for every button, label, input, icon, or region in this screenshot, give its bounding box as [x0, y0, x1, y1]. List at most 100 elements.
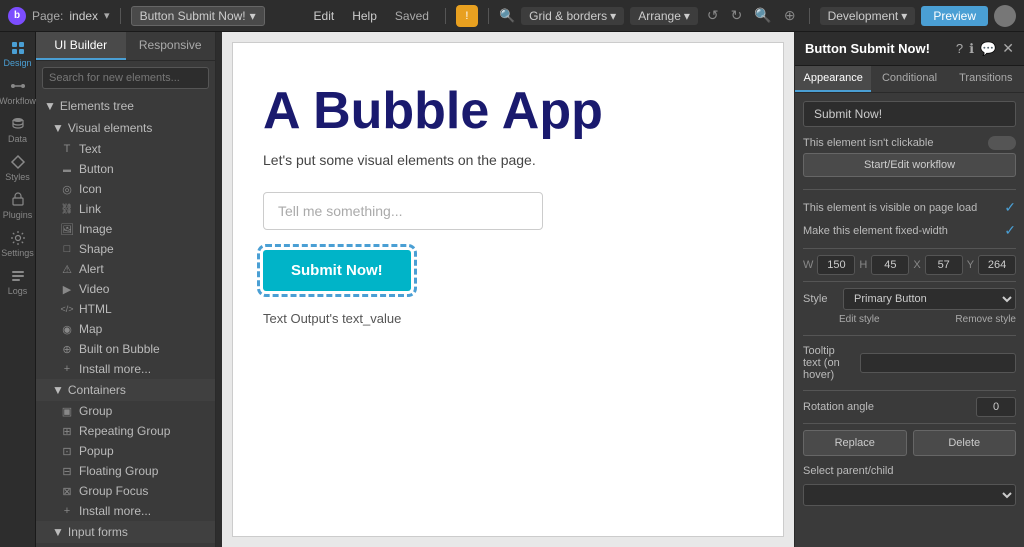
- prop-tab-conditional[interactable]: Conditional: [871, 66, 947, 92]
- tree-item-install-more-containers[interactable]: + Install more...: [36, 501, 215, 521]
- y-input[interactable]: [978, 255, 1016, 275]
- app-subtitle: Let's put some visual elements on the pa…: [263, 152, 753, 168]
- prop-tab-transitions[interactable]: Transitions: [948, 66, 1024, 92]
- preview-btn[interactable]: Preview: [921, 6, 988, 26]
- fixed-width-row: Make this element fixed-width ✓: [803, 219, 1016, 242]
- tree-item-text[interactable]: T Text: [36, 139, 215, 159]
- input-forms-section[interactable]: ▼ Input forms: [36, 521, 215, 543]
- undo-btn[interactable]: ↺: [704, 7, 722, 24]
- active-element-dropdown[interactable]: Button Submit Now! ▾: [131, 6, 265, 26]
- avatar: [994, 5, 1016, 27]
- tree-item-button[interactable]: ▬ Button: [36, 159, 215, 179]
- edit-menu[interactable]: Edit: [308, 9, 341, 23]
- prop-content: Submit Now! This element isn't clickable…: [795, 93, 1024, 547]
- replace-btn[interactable]: Replace: [803, 430, 907, 456]
- x-input[interactable]: [925, 255, 963, 275]
- canvas-text-output: Text Output's text_value: [263, 311, 753, 326]
- prop-header-icons: ? ℹ 💬 ✕: [956, 40, 1014, 57]
- tree-item-popup[interactable]: ⊡ Popup: [36, 441, 215, 461]
- not-clickable-row: This element isn't clickable: [803, 133, 1016, 153]
- sidebar-item-workflow[interactable]: Workflow: [1, 74, 35, 110]
- close-icon[interactable]: ✕: [1002, 40, 1014, 57]
- tab-ui-builder[interactable]: UI Builder: [36, 32, 126, 60]
- help-menu[interactable]: Help: [346, 9, 383, 23]
- tree-item-repeating-group[interactable]: ⊞ Repeating Group: [36, 421, 215, 441]
- design-label: Design: [3, 58, 31, 68]
- tree-item-install-more-visual[interactable]: + Install more...: [36, 359, 215, 379]
- tooltip-label: Tooltip text (on hover): [803, 345, 854, 381]
- edit-style-link[interactable]: Edit style: [839, 314, 880, 325]
- submit-button[interactable]: Submit Now!: [263, 250, 411, 291]
- redo-btn[interactable]: ↻: [728, 7, 746, 24]
- remove-style-link[interactable]: Remove style: [955, 314, 1016, 325]
- zoom-in-btn[interactable]: ⊕: [781, 7, 799, 24]
- not-clickable-toggle[interactable]: [988, 136, 1016, 150]
- tree-item-video[interactable]: ▶ Video: [36, 279, 215, 299]
- zoom-out-btn[interactable]: 🔍: [751, 7, 774, 24]
- style-select[interactable]: Primary Button: [843, 288, 1016, 310]
- tab-responsive[interactable]: Responsive: [126, 32, 216, 60]
- delete-btn[interactable]: Delete: [913, 430, 1017, 456]
- topbar: b Page: index ▾ Button Submit Now! ▾ Edi…: [0, 0, 1024, 32]
- sidebar-item-settings[interactable]: Settings: [1, 226, 35, 262]
- sidebar-item-design[interactable]: Design: [1, 36, 35, 72]
- visible-on-load-row: This element is visible on page load ✓: [803, 196, 1016, 219]
- workflow-btn[interactable]: Start/Edit workflow: [803, 153, 1016, 177]
- rotation-input[interactable]: [976, 397, 1016, 417]
- help-icon[interactable]: ?: [956, 41, 963, 56]
- grid-borders-btn[interactable]: Grid & borders▾: [521, 7, 624, 25]
- select-parent-label: Select parent/child: [803, 465, 894, 477]
- tree-item-floating-group[interactable]: ⊟ Floating Group: [36, 461, 215, 481]
- panel-tabs: UI Builder Responsive: [36, 32, 215, 61]
- tree-item-group-focus[interactable]: ⊠ Group Focus: [36, 481, 215, 501]
- canvas-input-placeholder[interactable]: Tell me something...: [263, 192, 543, 230]
- not-clickable-label: This element isn't clickable: [803, 137, 934, 149]
- tooltip-input[interactable]: [860, 353, 1016, 373]
- chat-icon[interactable]: 💬: [980, 41, 996, 57]
- sidebar-item-styles[interactable]: Styles: [1, 150, 35, 186]
- notification-icon[interactable]: !: [456, 5, 478, 27]
- visible-on-load-check[interactable]: ✓: [1004, 199, 1016, 216]
- element-search-input[interactable]: [42, 67, 209, 89]
- tree-item-input[interactable]: □ Input: [36, 543, 215, 547]
- tree-item-map[interactable]: ◉ Map: [36, 319, 215, 339]
- settings-label: Settings: [1, 248, 34, 258]
- plugins-label: Plugins: [3, 210, 33, 220]
- sidebar-item-plugins[interactable]: Plugins: [1, 188, 35, 224]
- tree-item-built-on-bubble[interactable]: ⊕ Built on Bubble: [36, 339, 215, 359]
- height-input[interactable]: [871, 255, 909, 275]
- tree-item-group[interactable]: ▣ Group: [36, 401, 215, 421]
- search-icon[interactable]: 🔍: [499, 8, 515, 24]
- containers-section[interactable]: ▼ Containers: [36, 379, 215, 401]
- logo[interactable]: b: [8, 7, 26, 25]
- app-title: A Bubble App: [263, 83, 753, 140]
- action-buttons: Replace Delete: [803, 430, 1016, 456]
- parent-child-select[interactable]: [803, 484, 1016, 506]
- tree-item-link[interactable]: ⛓ Link: [36, 199, 215, 219]
- style-label: Style: [803, 293, 839, 305]
- rotation-row: Rotation angle: [803, 397, 1016, 417]
- prop-tab-appearance[interactable]: Appearance: [795, 66, 871, 92]
- elements-tree-header[interactable]: ▼ Elements tree: [36, 95, 215, 117]
- sidebar-item-data[interactable]: Data: [1, 112, 35, 148]
- submit-text-btn[interactable]: Submit Now!: [803, 101, 1016, 127]
- tree-item-alert[interactable]: ⚠ Alert: [36, 259, 215, 279]
- width-input[interactable]: [817, 255, 855, 275]
- fixed-width-check[interactable]: ✓: [1004, 222, 1016, 239]
- h-label: H: [859, 259, 867, 271]
- arrange-btn[interactable]: Arrange▾: [630, 7, 698, 25]
- tree-item-image[interactable]: 🖼 Image: [36, 219, 215, 239]
- info-icon[interactable]: ℹ: [969, 41, 974, 57]
- canvas-inner: A Bubble App Let's put some visual eleme…: [232, 42, 784, 537]
- page-dropdown[interactable]: ▾: [104, 9, 110, 22]
- tree-item-html[interactable]: </> HTML: [36, 299, 215, 319]
- visible-on-load-label: This element is visible on page load: [803, 202, 977, 214]
- dev-mode-btn[interactable]: Development▾: [820, 7, 916, 25]
- prop-title: Button Submit Now!: [805, 41, 930, 56]
- y-label: Y: [967, 259, 974, 271]
- tree-item-shape[interactable]: □ Shape: [36, 239, 215, 259]
- visual-elements-section[interactable]: ▼ Visual elements: [36, 117, 215, 139]
- tree-item-icon[interactable]: ◎ Icon: [36, 179, 215, 199]
- w-label: W: [803, 259, 813, 271]
- sidebar-item-logs[interactable]: Logs: [1, 264, 35, 300]
